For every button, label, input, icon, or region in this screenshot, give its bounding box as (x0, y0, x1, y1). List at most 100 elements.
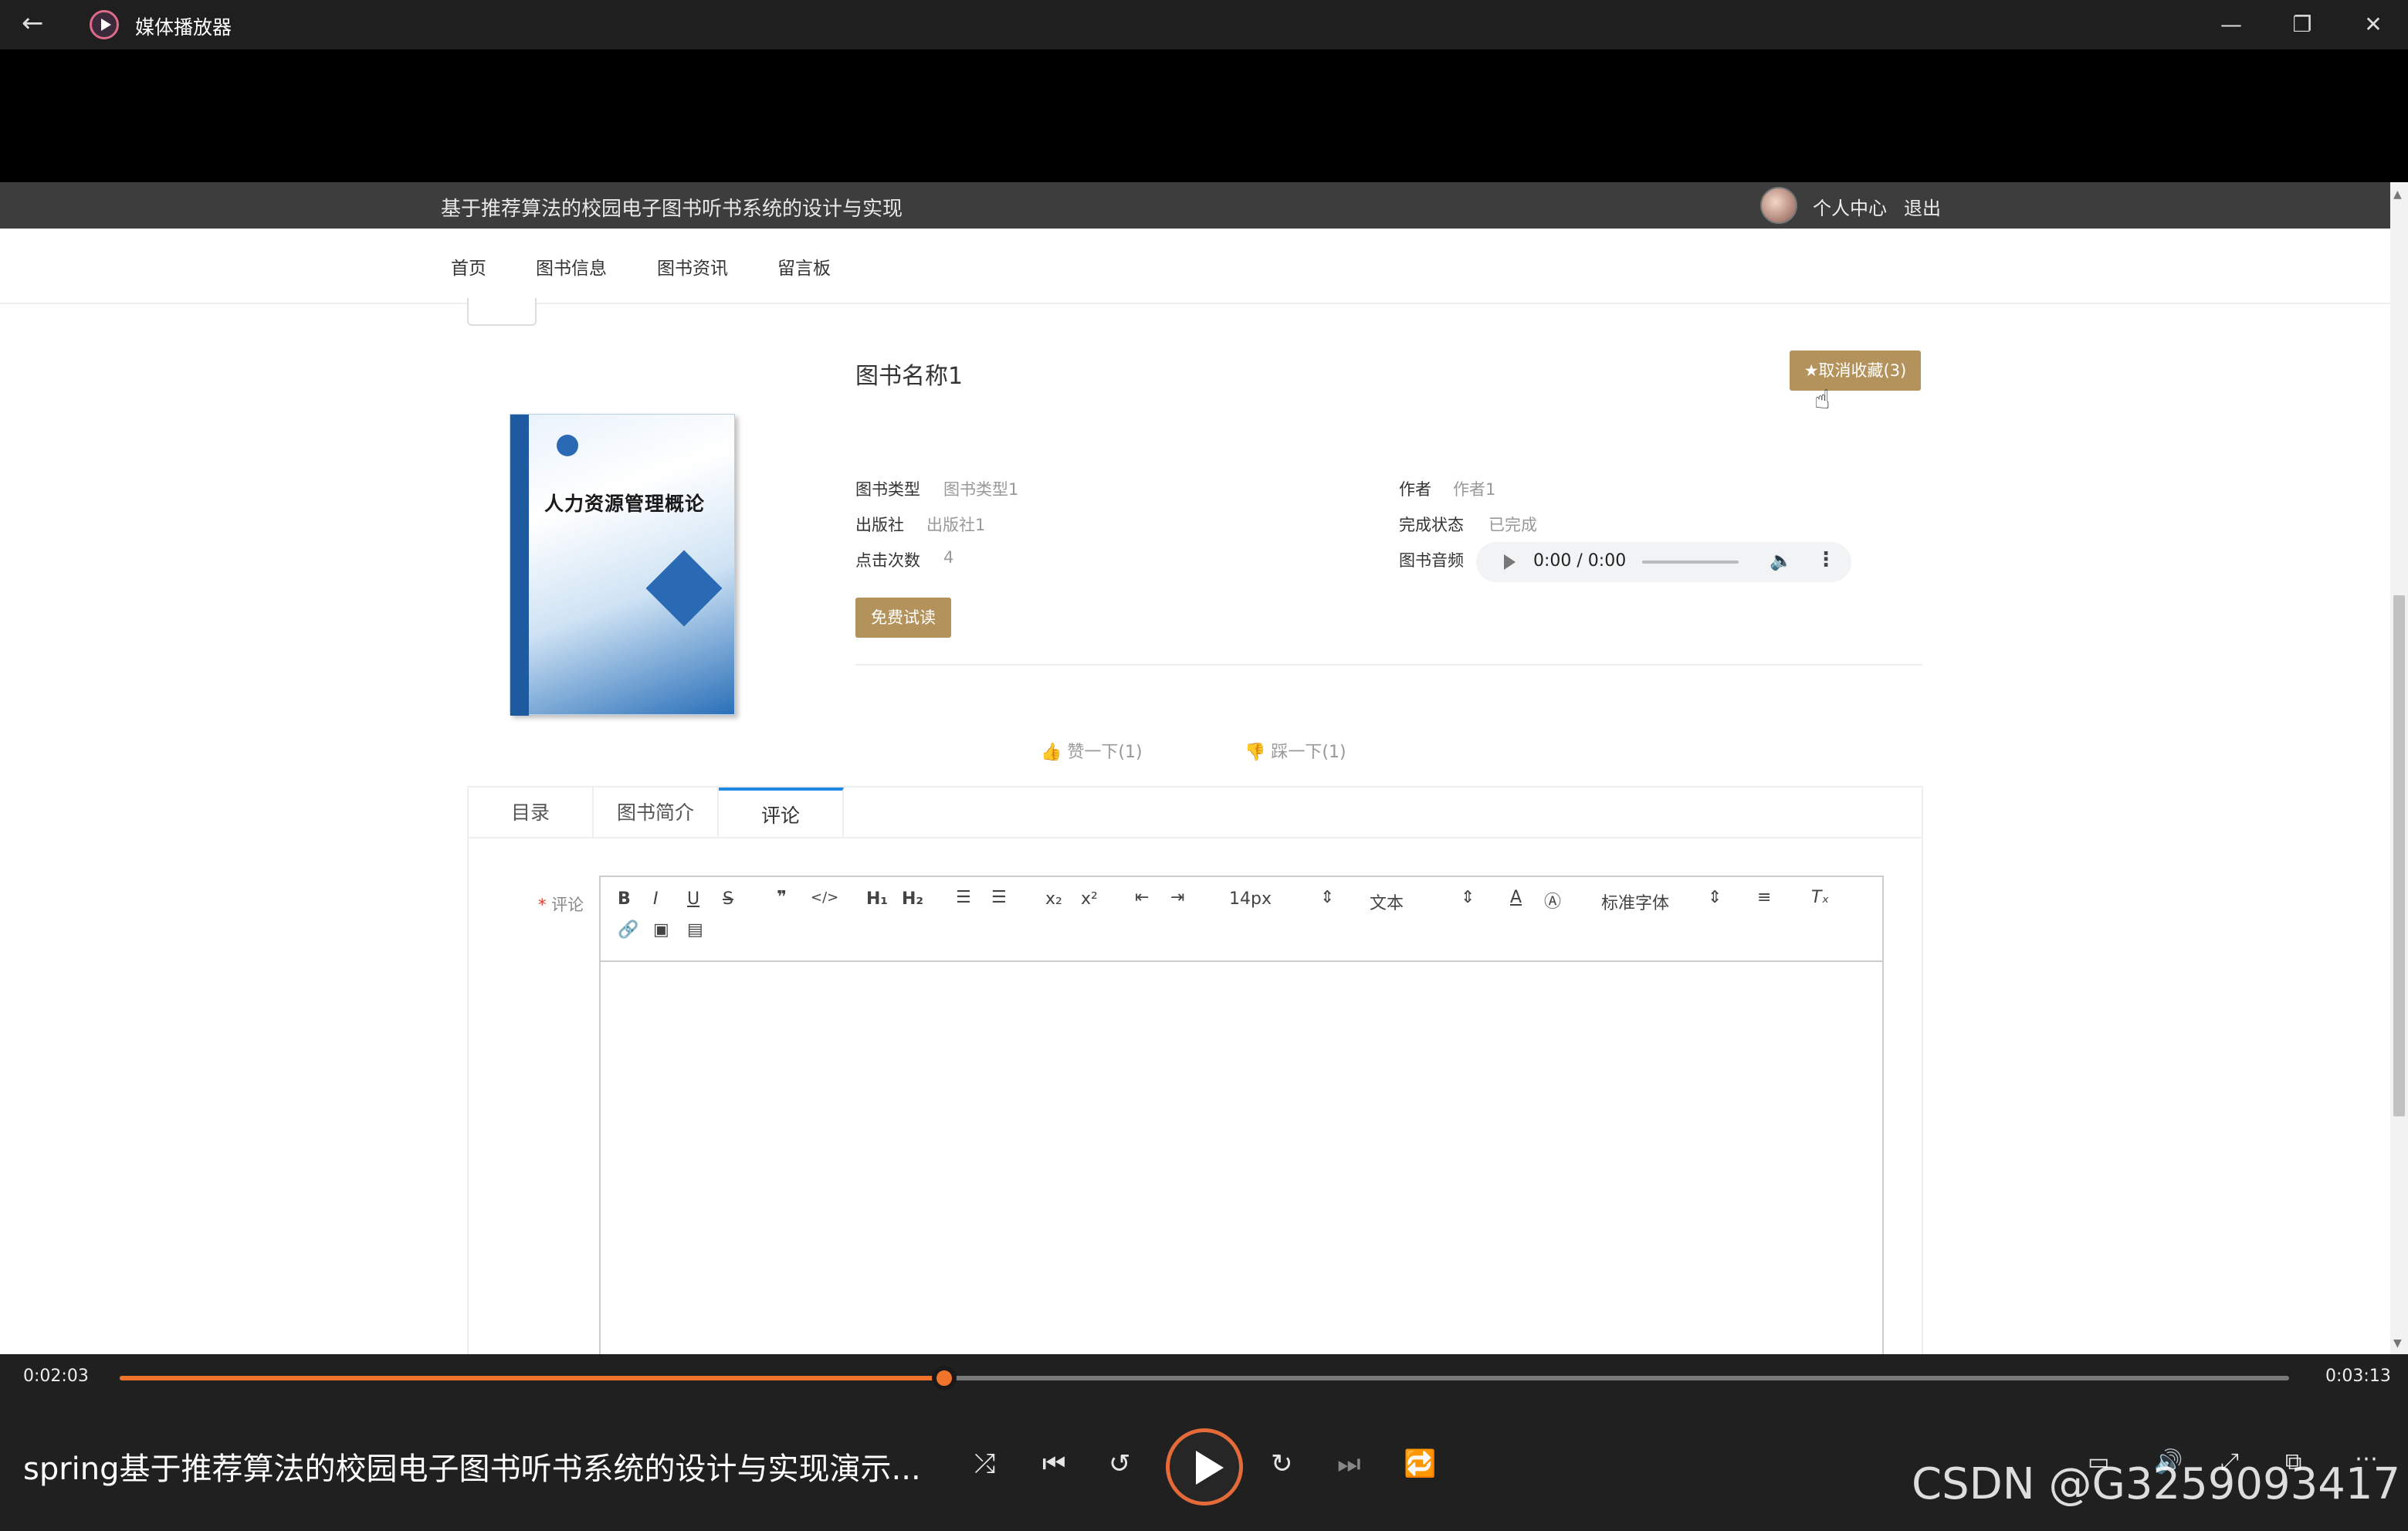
heading1-icon[interactable]: H₁ (866, 889, 888, 909)
author-value: 作者1 (1453, 480, 1496, 499)
superscript-icon[interactable]: x² (1081, 889, 1098, 909)
partial-return-button[interactable] (467, 298, 537, 326)
blockquote-icon[interactable]: ❞ (777, 888, 787, 907)
audio-label: 图书音频 (1399, 551, 1464, 570)
main-nav: 首页 图书信息 图书资讯 留言板 (0, 229, 2390, 304)
cover-title: 人力资源管理概论 (544, 493, 706, 515)
indent-icon[interactable]: ⇥ (1170, 888, 1184, 907)
scroll-down-icon[interactable]: ▼ (2393, 1337, 2402, 1350)
cover-spine (510, 415, 529, 716)
audio-player[interactable]: 0:00 / 0:00 🔈 ⋮ (1476, 542, 1851, 582)
tab-introduction[interactable]: 图书简介 (594, 788, 719, 838)
status-value: 已完成 (1488, 516, 1537, 534)
forward-30-icon[interactable]: ↻ (1271, 1448, 1293, 1479)
font-color-icon[interactable]: A (1510, 888, 1522, 907)
publisher-label: 出版社 (855, 516, 904, 534)
tab-comments[interactable]: 评论 (719, 788, 844, 838)
back-arrow-icon[interactable]: ← (22, 8, 44, 39)
font-size-select[interactable]: 14px (1229, 889, 1272, 909)
audio-play-icon[interactable] (1504, 554, 1516, 570)
video-title: spring基于推荐算法的校园电子图书听书系统的设计与实现演示... (23, 1451, 921, 1487)
cancel-favorite-button[interactable]: ★取消收藏(3) (1790, 351, 1921, 391)
site-title: 基于推荐算法的校园电子图书听书系统的设计与实现 (441, 198, 903, 221)
book-type-label: 图书类型 (855, 480, 920, 499)
seek-bar[interactable] (120, 1366, 2289, 1390)
font-family-select[interactable]: 标准字体 (1601, 889, 1669, 914)
like-button[interactable]: 👍 赞一下(1) (1041, 738, 1143, 763)
publisher-value: 出版社1 (926, 516, 986, 534)
divider (855, 664, 1922, 666)
outdent-icon[interactable]: ⇤ (1135, 888, 1149, 907)
minimize-button[interactable]: — (2208, 6, 2254, 43)
underline-icon[interactable]: U (687, 889, 699, 909)
detail-tabs: 目录 图书简介 评论 (467, 786, 1923, 838)
site-header: 基于推荐算法的校园电子图书听书系统的设计与实现 个人中心 退出 (0, 182, 2390, 229)
italic-icon[interactable]: I (653, 889, 659, 909)
nav-message-board[interactable]: 留言板 (777, 253, 831, 279)
editor-toolbar: B I U S ❞ </> H₁ H₂ ☰ ☰ x₂ x² ⇤ ⇥ 14px ⇕… (601, 877, 1882, 962)
media-player-app-icon (90, 10, 119, 39)
nav-book-news[interactable]: 图书资讯 (657, 253, 728, 279)
block-type-select[interactable]: 文本 (1370, 889, 1404, 914)
code-block-icon[interactable]: </> (811, 889, 838, 906)
avatar[interactable] (1760, 187, 1797, 224)
book-type-value: 图书类型1 (943, 480, 1019, 499)
seek-handle[interactable] (931, 1366, 957, 1390)
cover-cube-graphic (645, 550, 723, 627)
close-button[interactable]: ✕ (2350, 6, 2396, 43)
heading2-icon[interactable]: H₂ (902, 889, 923, 909)
bold-icon[interactable]: B (618, 889, 631, 909)
volume-icon[interactable]: 🔈 (1770, 550, 1793, 571)
rewind-10-icon[interactable]: ↺ (1109, 1448, 1131, 1479)
strikethrough-icon[interactable]: S (723, 889, 733, 909)
comment-input[interactable] (601, 962, 1882, 1354)
thumbs-down-icon: 👎 (1245, 743, 1266, 762)
repeat-off-icon[interactable]: 🔁 (1404, 1448, 1436, 1479)
nav-book-info[interactable]: 图书信息 (536, 253, 607, 279)
dislike-button[interactable]: 👎 踩一下(1) (1245, 738, 1346, 763)
clear-format-icon[interactable]: Tₓ (1811, 888, 1829, 907)
ordered-list-icon[interactable]: ☰ (956, 888, 971, 907)
font-family-select-arrows-icon[interactable]: ⇕ (1708, 888, 1722, 907)
required-mark: * (538, 896, 547, 914)
align-icon[interactable]: ≡ (1757, 888, 1771, 907)
user-center-link[interactable]: 个人中心 (1813, 193, 1887, 220)
watermark: CSDN @G3259093417 (1912, 1459, 2401, 1509)
video-frame[interactable]: 基于推荐算法的校园电子图书听书系统的设计与实现 个人中心 退出 首页 图书信息 … (0, 49, 2408, 1354)
dislike-label: 踩一下(1) (1271, 743, 1346, 762)
link-icon[interactable]: 🔗 (618, 920, 638, 940)
clicks-label: 点击次数 (855, 551, 920, 570)
tab-catalog[interactable]: 目录 (469, 788, 594, 838)
author-label: 作者 (1399, 480, 1431, 499)
block-type-select-arrows-icon[interactable]: ⇕ (1461, 888, 1475, 907)
nav-home[interactable]: 首页 (451, 253, 486, 279)
subscript-icon[interactable]: x₂ (1045, 889, 1062, 909)
scroll-up-icon[interactable]: ▲ (2393, 188, 2402, 201)
status-label: 完成状态 (1399, 516, 1464, 534)
shuffle-icon[interactable]: ⤮ (974, 1448, 995, 1479)
free-trial-button[interactable]: 免费试读 (855, 598, 951, 638)
more-options-icon[interactable]: ⋮ (1816, 548, 1836, 571)
audio-time: 0:00 / 0:00 (1533, 551, 1627, 571)
bullet-list-icon[interactable]: ☰ (991, 888, 1007, 907)
scroll-thumb[interactable] (2393, 595, 2405, 1116)
logout-link[interactable]: 退出 (1904, 193, 1941, 220)
cover-logo-icon (557, 435, 578, 456)
clicks-value: 4 (943, 548, 954, 567)
elapsed-time: 0:02:03 (23, 1367, 89, 1386)
restore-button[interactable]: ❐ (2279, 6, 2325, 43)
comment-label-text: 评论 (551, 896, 584, 914)
background-color-icon[interactable]: Ⓐ (1544, 888, 1561, 913)
webpage-screen: 基于推荐算法的校园电子图书听书系统的设计与实现 个人中心 退出 首页 图书信息 … (0, 182, 2390, 1354)
app-title: 媒体播放器 (135, 16, 232, 39)
hand-cursor-icon: ☝ (1814, 384, 1831, 415)
next-icon[interactable]: ⏭ (1337, 1448, 1361, 1479)
page-scrollbar[interactable]: ▲ ▼ (2390, 182, 2408, 1354)
font-size-select-arrows-icon[interactable]: ⇕ (1320, 888, 1334, 907)
play-button[interactable] (1166, 1428, 1243, 1506)
video-icon[interactable]: ▤ (687, 920, 703, 940)
like-label: 赞一下(1) (1067, 743, 1143, 762)
image-icon[interactable]: ▣ (653, 920, 669, 940)
audio-seek-bar[interactable] (1642, 561, 1739, 564)
previous-icon[interactable]: ⏮ (1042, 1448, 1066, 1479)
